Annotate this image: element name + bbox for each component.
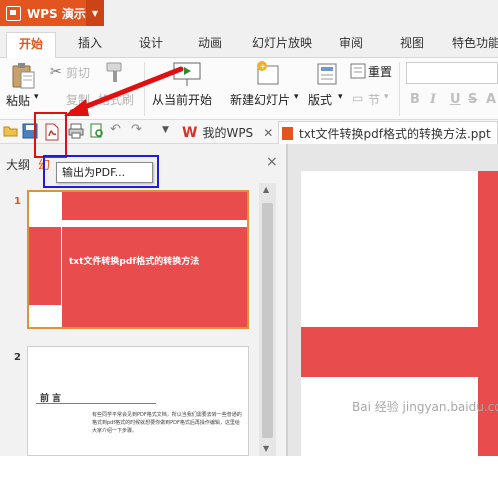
section-button[interactable]: 节 <box>368 91 380 108</box>
paste-dropdown-icon[interactable]: ▾ <box>34 92 39 102</box>
layout-icon[interactable] <box>316 62 338 86</box>
paste-button[interactable]: 粘贴 <box>6 92 30 109</box>
wps-logo-icon <box>6 5 21 21</box>
format-painter-icon[interactable] <box>104 60 128 84</box>
slide-decoration <box>61 192 62 327</box>
export-pdf-tooltip: 输出为PDF... <box>56 162 153 183</box>
bold-button[interactable]: B <box>410 92 420 107</box>
highlight-red-box <box>34 112 67 158</box>
reset-button[interactable]: 重置 <box>368 63 392 80</box>
reset-icon <box>350 63 366 79</box>
close-panel-icon[interactable]: × <box>266 154 278 170</box>
slide-decoration <box>29 220 247 227</box>
scroll-up-icon[interactable]: ▲ <box>263 185 269 194</box>
tab-my-wps[interactable]: W 我的WPS ✕ <box>178 121 276 144</box>
app-menu-button[interactable]: WPS 演示 ▼ <box>0 0 104 26</box>
ribbon-tab-row: 开始 插入 设计 动画 幻灯片放映 审阅 视图 特色功能 <box>0 26 498 58</box>
slide-body: 有些同学平常会见到PDF格式文档，所以当我们需要去转一些普通的格式到pdf格式的… <box>92 412 242 434</box>
wps-window: WPS 演示 ▼ 开始 插入 设计 动画 幻灯片放映 审阅 视图 特色功能 粘贴… <box>0 0 498 492</box>
scissors-icon: ✂ <box>50 64 62 80</box>
tab-insert[interactable]: 插入 <box>78 32 102 58</box>
tab-outline[interactable]: 大纲 <box>6 156 30 173</box>
tab-animation[interactable]: 动画 <box>198 32 222 58</box>
slide-number: 2 <box>14 352 21 363</box>
tab-view[interactable]: 视图 <box>400 32 424 58</box>
slide-decoration <box>29 305 61 327</box>
app-name: WPS 演示 <box>27 6 86 21</box>
document-title: txt文件转换pdf格式的转换方法.ppt <box>299 126 491 141</box>
format-painter-button[interactable]: 格式刷 <box>98 91 134 108</box>
ribbon-panel: 粘贴 ▾ ✂ 剪切 复制 格式刷 从当前开始 + 新建幻灯片 ▾ 版式 ▾ 重置… <box>0 58 498 120</box>
svg-text:+: + <box>260 62 267 71</box>
slide-title: txt文件转换pdf格式的转换方法 <box>69 257 200 267</box>
tab-slideshow[interactable]: 幻灯片放映 <box>252 32 312 58</box>
from-current-button[interactable]: 从当前开始 <box>152 91 212 108</box>
section-icon: ▭ <box>352 91 364 105</box>
copy-button[interactable]: 复制 <box>66 91 90 108</box>
tab-special[interactable]: 特色功能 <box>452 32 498 58</box>
ribbon-divider <box>144 62 145 116</box>
tab-design[interactable]: 设计 <box>139 32 163 58</box>
layout-dropdown-icon[interactable]: ▾ <box>338 92 343 102</box>
page-margin <box>0 456 498 492</box>
text-shadow-button[interactable]: A <box>486 92 496 107</box>
slide-underline <box>36 403 156 404</box>
tab-home[interactable]: 开始 <box>6 32 57 58</box>
slide-number: 1 <box>14 196 21 207</box>
new-slide-button[interactable]: 新建幻灯片 <box>230 91 290 108</box>
slide-thumbnail-1[interactable]: txt文件转换pdf格式的转换方法 <box>27 190 249 329</box>
open-folder-icon[interactable] <box>3 123 19 139</box>
customize-toolbar-icon[interactable]: ▼ <box>162 125 169 135</box>
close-icon[interactable]: ✕ <box>263 126 273 140</box>
undo-icon[interactable]: ↶ <box>110 122 121 137</box>
tab-my-wps-label: 我的WPS <box>202 126 254 140</box>
section-dropdown-icon[interactable]: ▾ <box>384 92 389 102</box>
slide-red-band <box>478 377 498 456</box>
scroll-down-icon[interactable]: ▼ <box>263 444 269 453</box>
scrollbar-thumb[interactable] <box>262 203 273 438</box>
print-preview-icon[interactable] <box>89 123 105 139</box>
wps-w-logo-icon: W <box>182 124 198 141</box>
paste-icon[interactable] <box>10 62 36 90</box>
tab-review[interactable]: 审阅 <box>339 32 363 58</box>
new-slide-icon[interactable]: + <box>254 60 280 88</box>
ribbon-divider <box>399 62 400 116</box>
tab-document[interactable]: txt文件转换pdf格式的转换方法.ppt <box>278 121 498 144</box>
layout-button[interactable]: 版式 <box>308 91 332 108</box>
redo-icon[interactable]: ↷ <box>131 122 142 137</box>
slide-thumbnail-2[interactable]: 前言 有些同学平常会见到PDF格式文档，所以当我们需要去转一些普通的格式到pdf… <box>27 346 249 456</box>
slideshow-screen-icon[interactable] <box>172 60 202 88</box>
slide-red-band <box>478 171 498 327</box>
underline-button[interactable]: U <box>450 92 461 107</box>
new-slide-dropdown-icon[interactable]: ▾ <box>294 92 299 102</box>
ppt-file-icon <box>282 126 293 140</box>
print-icon[interactable] <box>68 123 84 139</box>
italic-button[interactable]: I <box>430 92 436 107</box>
slide-red-band <box>301 327 498 377</box>
chevron-down-icon[interactable]: ▼ <box>86 0 104 26</box>
strikethrough-button[interactable]: S <box>468 92 477 107</box>
slide-decoration <box>29 192 61 220</box>
cut-button[interactable]: 剪切 <box>66 64 90 81</box>
font-name-input[interactable] <box>406 62 498 84</box>
baidu-watermark: Bai 经验 jingyan.baidu.com <box>352 400 498 414</box>
